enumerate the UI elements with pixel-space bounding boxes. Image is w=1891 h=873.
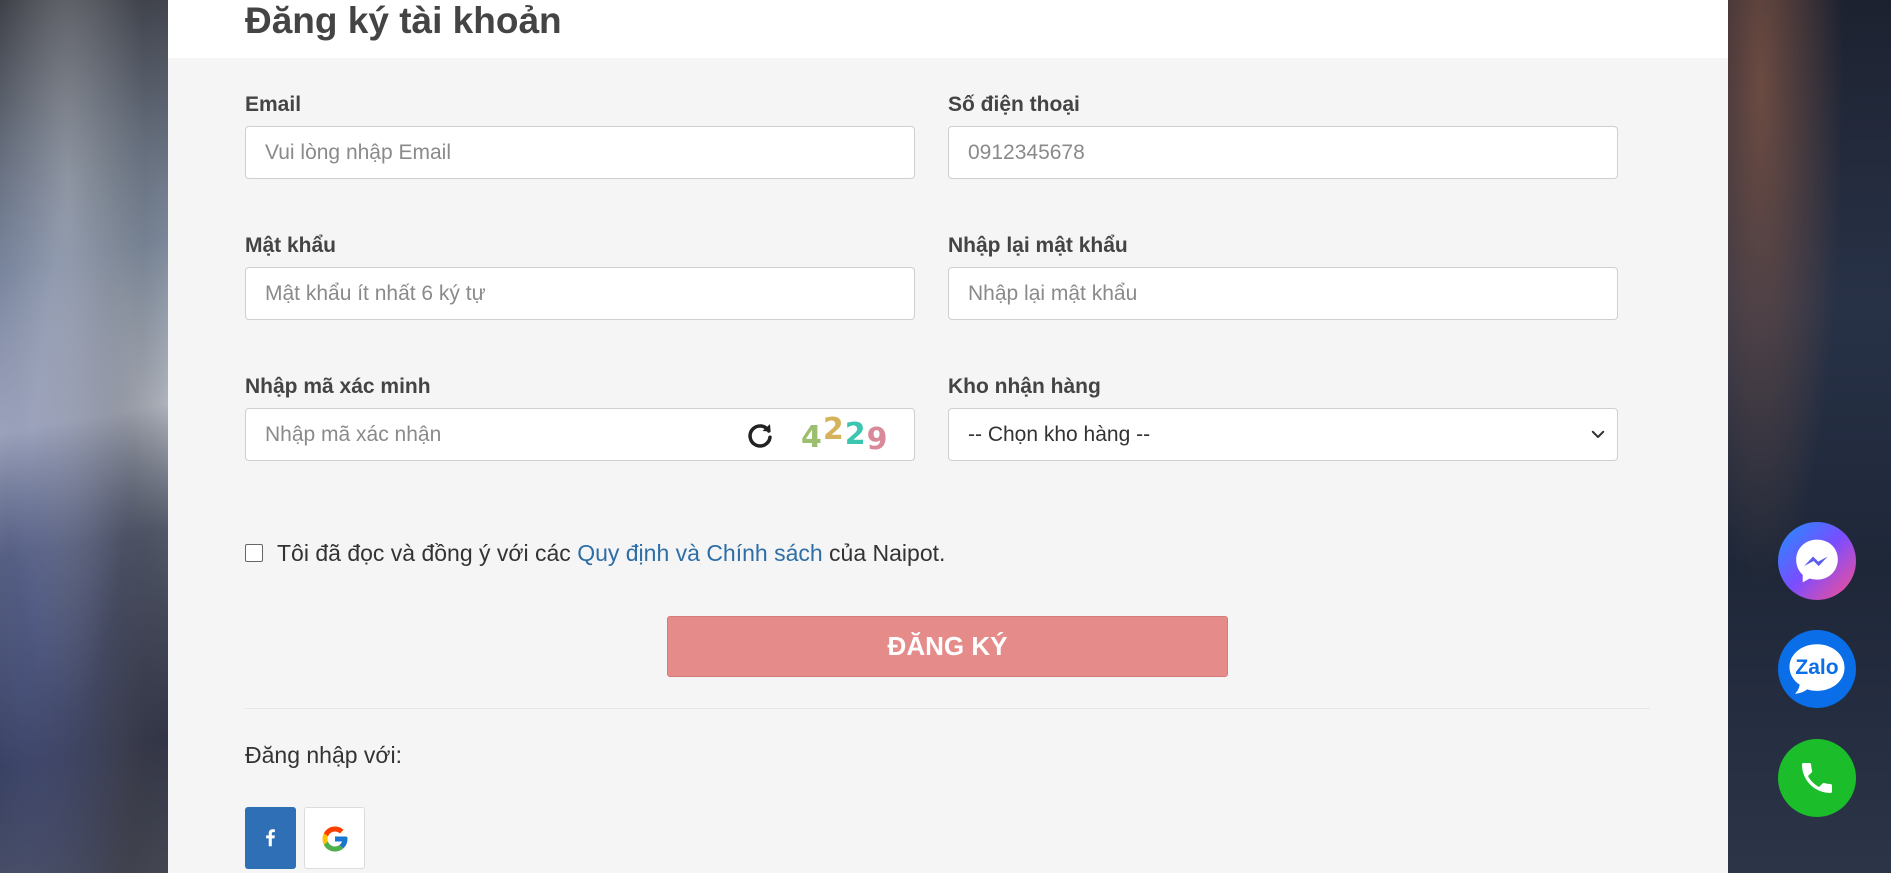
- register-button[interactable]: ĐĂNG KÝ: [667, 616, 1228, 677]
- google-login-button[interactable]: [304, 807, 365, 869]
- phone-label: Số điện thoại: [948, 93, 1080, 116]
- agree-checkbox[interactable]: [245, 544, 263, 562]
- confirm-password-box: [948, 267, 1618, 320]
- zalo-label: Zalo: [1795, 656, 1839, 679]
- email-label: Email: [245, 93, 302, 116]
- phone-group: Số điện thoại: [948, 92, 1618, 179]
- refresh-icon[interactable]: [745, 421, 775, 451]
- background-left: [0, 0, 168, 873]
- chevron-down-icon: [1591, 430, 1605, 438]
- google-icon: [322, 826, 348, 852]
- facebook-icon: [266, 829, 275, 847]
- warehouse-select[interactable]: -- Chọn kho hàng --: [948, 408, 1618, 461]
- phone-input[interactable]: [949, 127, 1617, 178]
- login-with-label: Đăng nhập với:: [245, 742, 403, 768]
- divider: [245, 708, 1650, 709]
- captcha-label: Nhập mã xác minh: [245, 375, 431, 398]
- agree-text-before: Tôi đã đọc và đồng ý với các: [277, 540, 578, 566]
- captcha-char: 9: [866, 422, 889, 457]
- messenger-button[interactable]: [1778, 522, 1856, 600]
- email-box: [245, 126, 915, 179]
- password-input[interactable]: [246, 268, 914, 319]
- page-title: Đăng ký tài khoản: [245, 0, 562, 41]
- confirm-password-group: Nhập lại mật khẩu: [948, 233, 1618, 320]
- agree-text: Tôi đã đọc và đồng ý với các Quy định và…: [277, 540, 945, 566]
- captcha-image: 4229: [801, 412, 911, 457]
- warehouse-selected: -- Chọn kho hàng --: [968, 423, 1151, 446]
- password-label: Mật khẩu: [245, 234, 337, 257]
- phone-call-button[interactable]: [1778, 739, 1856, 817]
- password-box: [245, 267, 915, 320]
- facebook-login-button[interactable]: [245, 807, 296, 869]
- captcha-box: 4229: [245, 408, 915, 461]
- panel-header: Đăng ký tài khoản: [168, 0, 1728, 58]
- captcha-group: Nhập mã xác minh 4229: [245, 374, 915, 461]
- warehouse-group: Kho nhận hàng -- Chọn kho hàng --: [948, 374, 1618, 461]
- messenger-icon: [1796, 539, 1838, 583]
- email-group: Email: [245, 92, 915, 179]
- policy-link[interactable]: Quy định và Chính sách: [577, 540, 822, 566]
- zalo-button[interactable]: Zalo: [1778, 630, 1856, 708]
- captcha-input[interactable]: [246, 409, 726, 460]
- captcha-char: 2: [822, 412, 845, 447]
- captcha-char: 2: [844, 417, 867, 452]
- warehouse-label: Kho nhận hàng: [948, 375, 1101, 398]
- password-group: Mật khẩu: [245, 233, 915, 320]
- captcha-char: 4: [801, 420, 823, 455]
- confirm-password-input[interactable]: [949, 268, 1617, 319]
- email-input[interactable]: [246, 127, 914, 178]
- confirm-password-label: Nhập lại mật khẩu: [948, 234, 1128, 257]
- phone-icon: [1802, 763, 1832, 793]
- register-panel: Đăng ký tài khoản Email Số điện thoại Mậ…: [168, 0, 1728, 873]
- phone-box: [948, 126, 1618, 179]
- agree-text-after: của Naipot.: [822, 540, 946, 566]
